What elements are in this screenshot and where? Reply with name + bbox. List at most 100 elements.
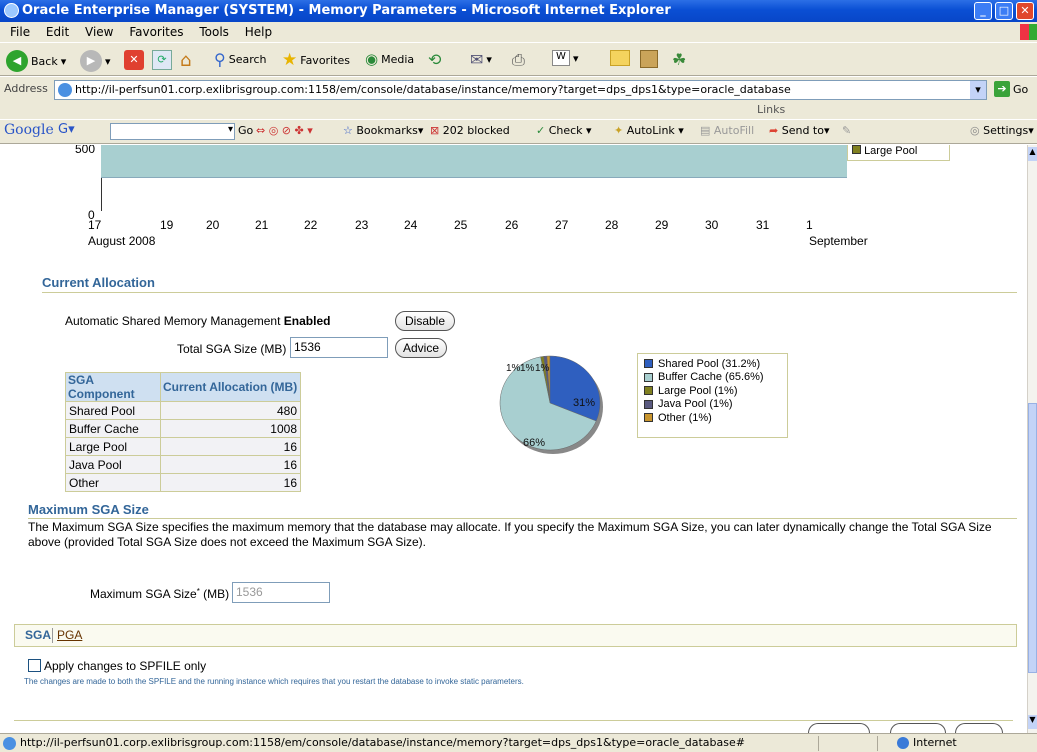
search-button[interactable]: ⚲ Search	[214, 50, 267, 69]
scroll-up-icon[interactable]: ▲	[1028, 147, 1037, 161]
popup-blocker-button[interactable]: ⊠ 202 blocked	[430, 124, 510, 137]
component-cell: Large Pool	[65, 437, 161, 456]
history-icon: ⟲	[428, 50, 442, 69]
allocation-cell: 1008	[160, 419, 301, 438]
table-header-row: SGA Component Current Allocation (MB)	[65, 372, 301, 402]
menu-edit[interactable]: Edit	[46, 25, 69, 39]
browser-toolbar: ◀ Back ▾ ▶ ▾ ✕ ⟳ ⌂ ⚲ Search ★ Favorites …	[0, 42, 1037, 76]
status-divider	[818, 736, 819, 751]
total-sga-input[interactable]: 1536	[290, 337, 388, 358]
google-tools-icons: ⇔ ◎ ⊘ ✤ ▾	[256, 124, 313, 137]
refresh-icon: ⟳	[152, 50, 172, 70]
minimize-icon[interactable]: _	[974, 2, 992, 20]
print-button[interactable]: ⎙	[512, 50, 525, 70]
max-sga-title: Maximum SGA Size	[28, 502, 149, 517]
x-tick-label: 1	[806, 218, 813, 232]
discuss-button[interactable]	[610, 50, 630, 66]
media-button[interactable]: ◉ Media	[365, 50, 414, 68]
back-arrow-icon: ◀	[6, 50, 28, 72]
asmm-status: Enabled	[283, 314, 331, 328]
total-sga-label: Total SGA Size (MB)	[177, 342, 287, 356]
links-label[interactable]: Links	[757, 103, 785, 116]
pencil-icon[interactable]: ✎	[842, 124, 851, 137]
google-go-button[interactable]: Go	[238, 124, 253, 137]
chevron-down-icon[interactable]: ▾	[970, 81, 986, 99]
bookmarks-button[interactable]: ☆ Bookmarks▾	[343, 124, 423, 137]
autofill-button[interactable]: ▤ AutoFill	[700, 124, 754, 137]
address-input[interactable]: http://il-perfsun01.corp.exlibrisgroup.c…	[54, 80, 987, 100]
blocked-label: 202 blocked	[442, 124, 510, 137]
max-sga-label-text: Maximum SGA Size	[90, 587, 197, 601]
pie-data-label: 66%	[523, 437, 545, 449]
bottom-button-3[interactable]	[955, 723, 1003, 733]
disable-button[interactable]: Disable	[395, 311, 455, 331]
tab-bar: SGA PGA	[14, 624, 1017, 647]
autolink-icon: ✦	[614, 124, 624, 137]
mail-icon: ✉	[470, 50, 484, 69]
search-label: Search	[228, 53, 267, 66]
menu-favorites[interactable]: Favorites	[129, 25, 183, 39]
autofill-icon: ▤	[700, 124, 711, 137]
back-button[interactable]: ◀ Back ▾	[6, 50, 66, 72]
x-tick-label: 17	[88, 218, 102, 232]
menu-tools[interactable]: Tools	[199, 25, 229, 39]
back-label: Back	[31, 54, 58, 68]
research-icon	[640, 50, 658, 68]
chevron-down-icon: ▾	[486, 53, 492, 66]
memory-history-chart: 500 0 17 19 20 21 22 23 24 25 26 27 28 29 30 31 1 Augu…	[0, 145, 1027, 250]
component-cell: Other	[65, 473, 161, 492]
tab-sga[interactable]: SGA	[25, 628, 51, 642]
legend-label: Buffer Cache (65.6%)	[658, 371, 764, 384]
allocation-cell: 16	[160, 455, 301, 474]
forward-button[interactable]: ▶ ▾	[80, 50, 111, 72]
stop-button[interactable]: ✕	[124, 50, 144, 70]
max-sga-field-label: Maximum SGA Size* (MB)	[90, 587, 229, 601]
history-button[interactable]: ⟲	[428, 50, 441, 69]
menu-help[interactable]: Help	[245, 25, 272, 39]
google-menu-icon[interactable]: G▾	[58, 122, 75, 137]
sendto-button[interactable]: ➦ Send to▾	[769, 124, 830, 137]
close-icon[interactable]: ✕	[1016, 2, 1034, 20]
scroll-down-icon[interactable]: ▼	[1028, 715, 1037, 729]
bottom-button-1[interactable]	[808, 723, 870, 733]
spfile-checkbox-label[interactable]: Apply changes to SPFILE only	[44, 659, 206, 673]
menu-file[interactable]: File	[10, 25, 30, 39]
spellcheck-button[interactable]: ✓ Check ▾	[536, 124, 592, 137]
mail-button[interactable]: ✉ ▾	[470, 50, 492, 69]
table-row: Large Pool 16	[65, 437, 301, 456]
page-icon	[58, 83, 72, 97]
edit-button[interactable]: W ▾	[552, 50, 579, 66]
spellcheck-icon: ✓	[536, 124, 546, 137]
home-button[interactable]: ⌂	[180, 50, 191, 71]
x-tick-label: 26	[505, 218, 519, 232]
vertical-scrollbar[interactable]: ▲ ▼	[1027, 145, 1037, 733]
sga-table: SGA Component Current Allocation (MB) Sh…	[65, 372, 301, 492]
go-button[interactable]: ➔ Go	[994, 81, 1028, 97]
google-search-input[interactable]: ▾	[110, 123, 235, 140]
refresh-button[interactable]: ⟳	[152, 50, 172, 70]
section-divider	[28, 518, 1017, 519]
menu-view[interactable]: View	[85, 25, 113, 39]
legend-label: Other (1%)	[658, 411, 712, 424]
favorites-button[interactable]: ★ Favorites	[282, 50, 350, 70]
spfile-checkbox[interactable]	[28, 659, 41, 672]
chart-baseline	[101, 178, 847, 211]
favorites-label: Favorites	[300, 53, 350, 67]
autolink-button[interactable]: ✦ AutoLink ▾	[614, 124, 684, 137]
settings-button[interactable]: ◎ Settings▾	[970, 124, 1034, 137]
table-row: Other 16	[65, 473, 301, 492]
legend-swatch	[644, 399, 653, 409]
status-divider	[877, 736, 878, 751]
advice-button[interactable]: Advice	[395, 338, 447, 358]
google-logo: Google	[4, 122, 54, 138]
maximize-icon[interactable]: □	[995, 2, 1013, 20]
max-sga-input[interactable]: 1536	[232, 582, 330, 603]
messenger-button[interactable]: ☘	[672, 50, 686, 69]
research-button[interactable]	[640, 50, 658, 68]
x-tick-label: 22	[304, 218, 318, 232]
menu-bar: File Edit View Favorites Tools Help	[0, 22, 1037, 42]
x-tick-label: 30	[705, 218, 719, 232]
bottom-button-2[interactable]	[890, 723, 946, 733]
scroll-thumb[interactable]	[1028, 403, 1037, 673]
tab-pga[interactable]: PGA	[57, 628, 82, 642]
